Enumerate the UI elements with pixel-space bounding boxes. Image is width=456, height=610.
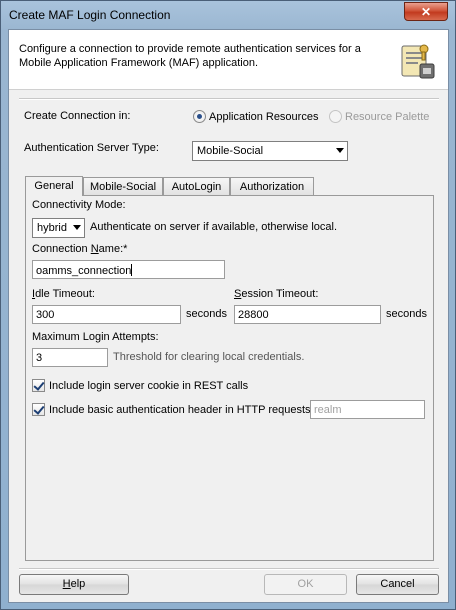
dialog-client-area: Configure a connection to provide remote…	[8, 29, 449, 603]
idle-timeout-input[interactable]: 300	[32, 305, 181, 324]
tab-authorization[interactable]: Authorization	[230, 177, 314, 195]
create-in-label: Create Connection in:	[24, 110, 131, 122]
tab-mobile-social[interactable]: Mobile-Social	[83, 177, 163, 195]
connection-wizard-icon	[401, 44, 435, 79]
cookie-checkbox-label[interactable]: Include login server cookie in REST call…	[49, 380, 248, 392]
basic-auth-checkbox[interactable]	[32, 403, 45, 416]
auth-server-type-label: Authentication Server Type:	[24, 142, 159, 154]
connection-name-input[interactable]: oamms_connection	[32, 260, 225, 279]
basic-auth-checkbox-label[interactable]: Include basic authentication header in H…	[49, 404, 311, 416]
footer-divider	[19, 568, 439, 570]
idle-timeout-unit: seconds	[186, 308, 227, 320]
radio-application-resources-label[interactable]: Application Resources	[209, 111, 318, 123]
connectivity-mode-label: Connectivity Mode:	[32, 199, 126, 211]
auth-server-type-select[interactable]: Mobile-Social	[192, 141, 348, 161]
tab-general[interactable]: General	[25, 176, 83, 196]
header-divider	[19, 98, 439, 100]
max-login-attempts-label: Maximum Login Attempts:	[32, 331, 159, 343]
radio-resource-palette	[329, 110, 342, 123]
help-button[interactable]: Help	[19, 574, 129, 595]
title-bar[interactable]: Create MAF Login Connection ✕	[1, 1, 455, 29]
close-button[interactable]: ✕	[404, 2, 448, 21]
ok-button[interactable]: OK	[264, 574, 347, 595]
cookie-checkbox[interactable]	[32, 379, 45, 392]
radio-application-resources[interactable]	[193, 110, 206, 123]
max-login-attempts-input[interactable]: 3	[32, 348, 108, 367]
radio-resource-palette-label: Resource Palette	[345, 111, 430, 123]
window-title: Create MAF Login Connection	[9, 8, 171, 22]
header-panel: Configure a connection to provide remote…	[9, 30, 448, 90]
cancel-button[interactable]: Cancel	[356, 574, 439, 595]
auth-server-type-value: Mobile-Social	[197, 145, 264, 157]
connectivity-mode-hint: Authenticate on server if available, oth…	[90, 221, 338, 233]
idle-timeout-label: Idle Timeout:	[32, 288, 95, 300]
close-icon: ✕	[420, 4, 432, 19]
realm-input[interactable]: realm	[310, 400, 425, 419]
tab-autologin[interactable]: AutoLogin	[163, 177, 230, 195]
chevron-down-icon	[73, 225, 81, 230]
connection-name-label: Connection Name:*	[32, 243, 128, 255]
max-login-attempts-hint: Threshold for clearing local credentials…	[113, 351, 305, 363]
session-timeout-unit: seconds	[386, 308, 427, 320]
session-timeout-label: Session Timeout:	[234, 288, 319, 300]
chevron-down-icon	[336, 148, 344, 153]
connectivity-mode-value: hybrid	[37, 222, 67, 234]
connectivity-mode-select[interactable]: hybrid	[32, 218, 85, 238]
dialog-window: Create MAF Login Connection ✕ Configure …	[0, 0, 456, 610]
header-description: Configure a connection to provide remote…	[19, 43, 361, 69]
general-tab-panel: Connectivity Mode: hybrid Authenticate o…	[25, 195, 434, 561]
session-timeout-input[interactable]: 28800	[234, 305, 381, 324]
